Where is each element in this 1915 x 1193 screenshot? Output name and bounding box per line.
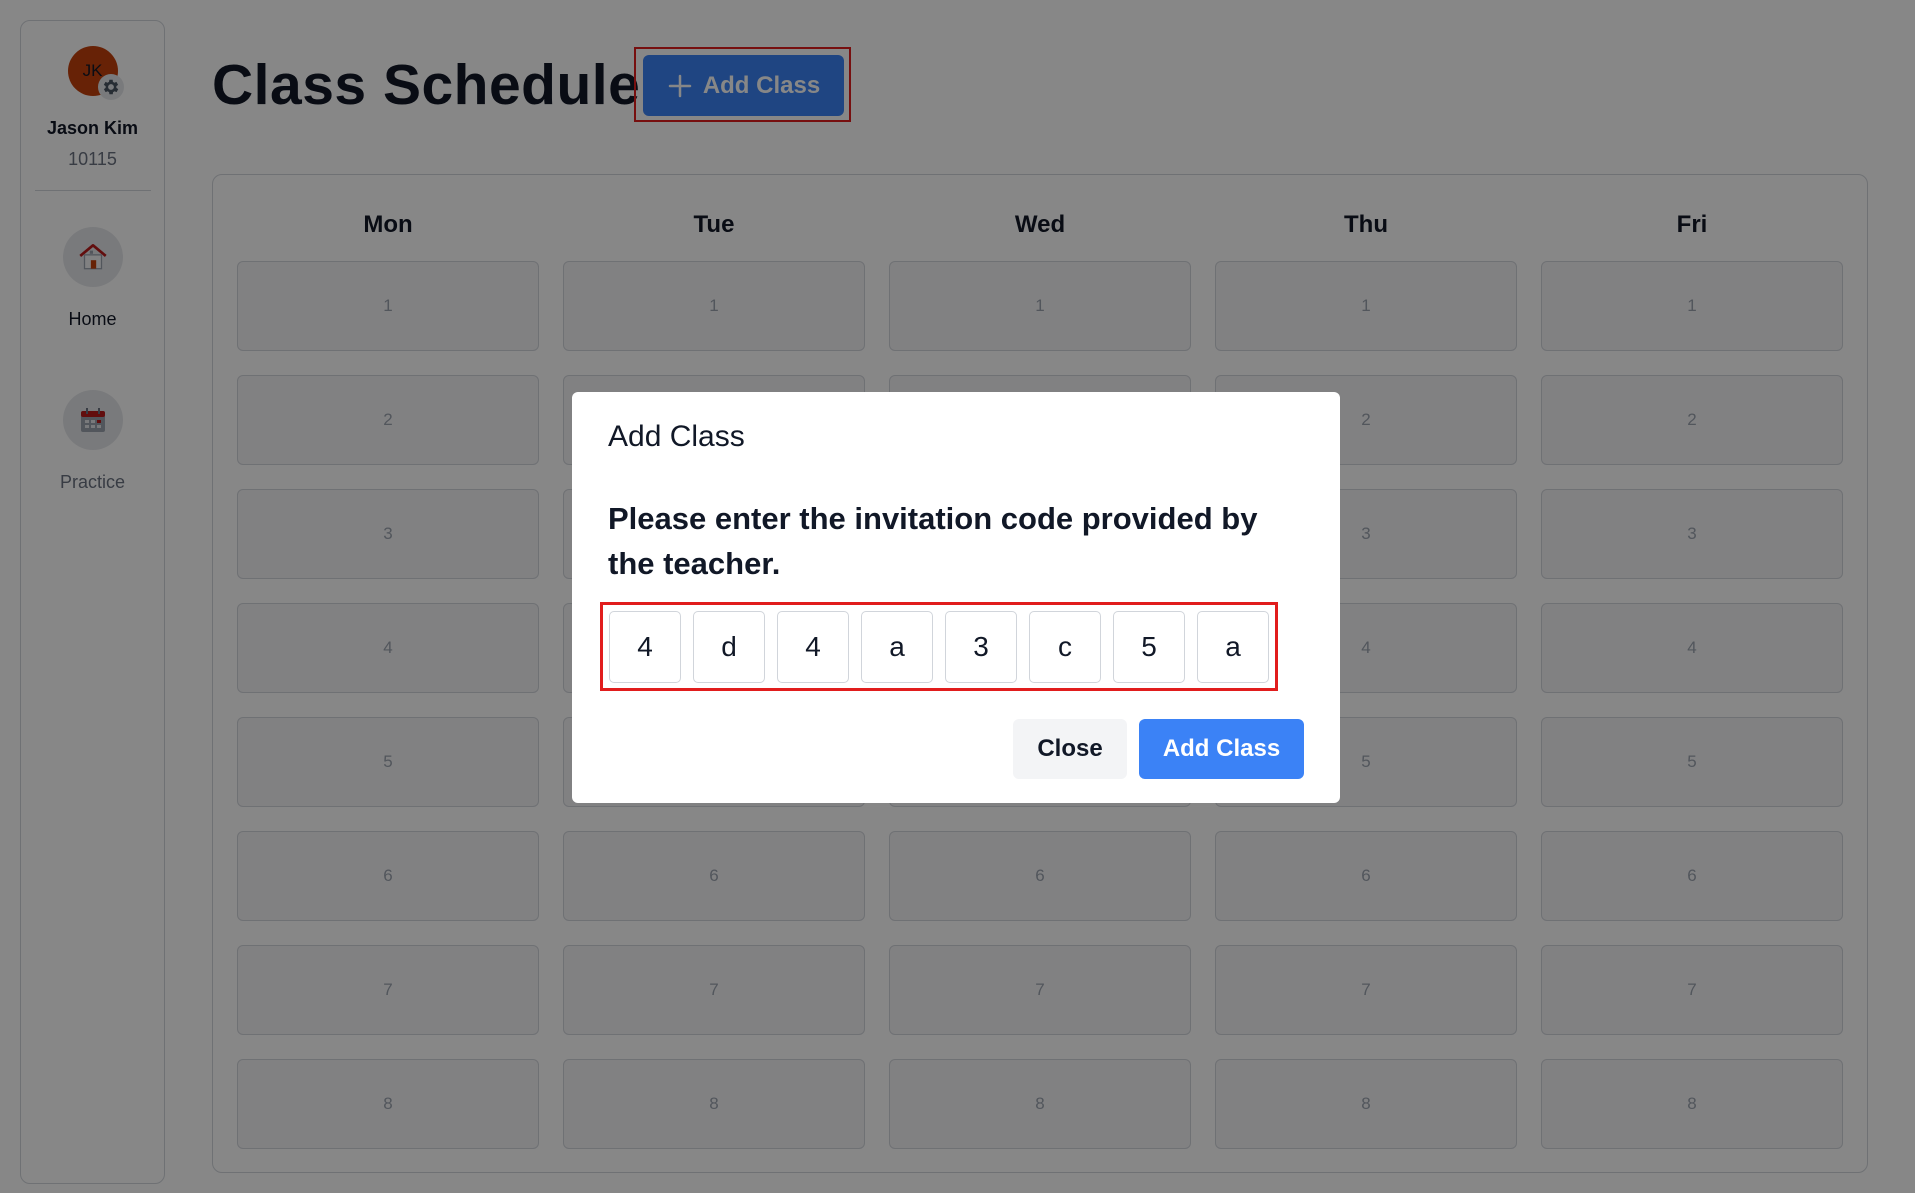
invitation-code-inputs (609, 611, 1269, 683)
code-digit-input[interactable] (1029, 611, 1101, 683)
add-class-dialog: Add Class Please enter the invitation co… (572, 392, 1340, 803)
confirm-add-class-button[interactable]: Add Class (1139, 719, 1304, 779)
app-root: JK Jason Kim 10115 Home Practice Class S… (0, 0, 1915, 1193)
code-digit-input[interactable] (1197, 611, 1269, 683)
dialog-prompt: Please enter the invitation code provide… (608, 501, 1258, 581)
code-digit-input[interactable] (1113, 611, 1185, 683)
code-digit-input[interactable] (609, 611, 681, 683)
code-digit-input[interactable] (777, 611, 849, 683)
code-digit-input[interactable] (693, 611, 765, 683)
close-button[interactable]: Close (1013, 719, 1127, 779)
dialog-title: Add Class (608, 420, 745, 453)
code-digit-input[interactable] (945, 611, 1017, 683)
code-digit-input[interactable] (861, 611, 933, 683)
